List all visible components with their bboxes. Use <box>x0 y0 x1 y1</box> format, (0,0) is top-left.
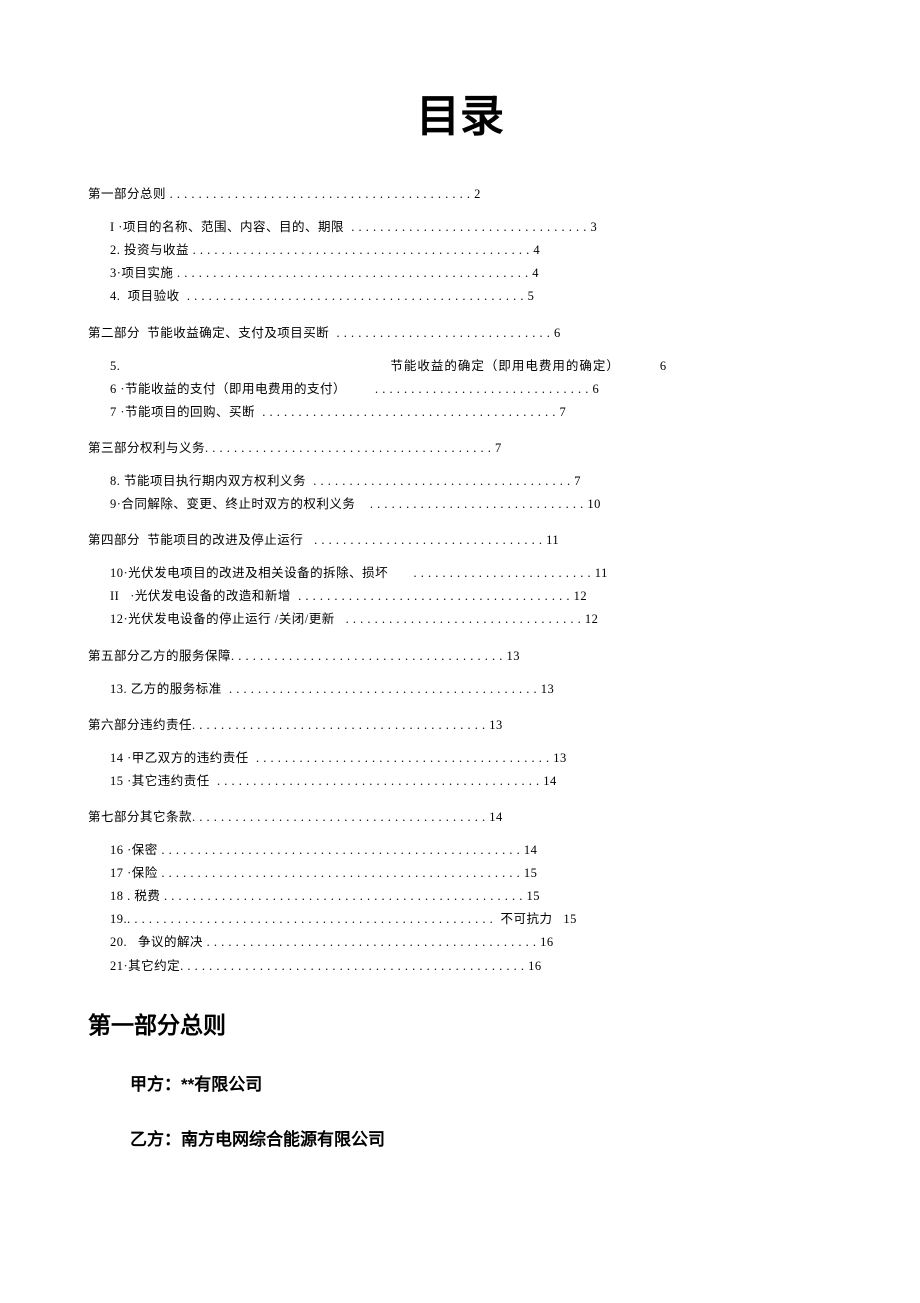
toc-section-7: 第七部分其它条款. . . . . . . . . . . . . . . . … <box>88 807 832 827</box>
toc-item-9: 9·合同解除、变更、终止时双方的权利义务 . . . . . . . . . .… <box>88 493 832 516</box>
toc-item-1: I ·项目的名称、范围、内容、目的、期限 . . . . . . . . . .… <box>88 216 832 239</box>
toc-item-5-label: 节能收益的确定（即用电费用的确定） <box>390 359 620 373</box>
toc-item-20: 20. 争议的解决 . . . . . . . . . . . . . . . … <box>88 931 832 954</box>
toc-section-2: 第二部分 节能收益确定、支付及项目买断 . . . . . . . . . . … <box>88 323 832 343</box>
toc-item-3: 3·项目实施 . . . . . . . . . . . . . . . . .… <box>88 262 832 285</box>
toc-item-8: 8. 节能项目执行期内双方权利义务 . . . . . . . . . . . … <box>88 470 832 493</box>
toc-item-6: 6 ·节能收益的支付（即用电费用的支付） . . . . . . . . . .… <box>88 378 832 401</box>
toc-title: 目录 <box>88 80 832 144</box>
section-heading-1: 第一部分总则 <box>88 1006 832 1040</box>
toc-item-11: II ·光伏发电设备的改造和新增 . . . . . . . . . . . .… <box>88 585 832 608</box>
toc-item-5: 5. 节能收益的确定（即用电费用的确定） 6 <box>88 355 832 378</box>
toc-section-3: 第三部分权利与义务. . . . . . . . . . . . . . . .… <box>88 438 832 458</box>
toc-section-6: 第六部分违约责任. . . . . . . . . . . . . . . . … <box>88 715 832 735</box>
toc-item-5-page: 6 <box>660 359 667 373</box>
party-a-line: 甲方：**有限公司 <box>88 1070 832 1095</box>
toc-item-16: 16 ·保密 . . . . . . . . . . . . . . . . .… <box>88 839 832 862</box>
toc-item-5-num: 5. <box>110 359 120 373</box>
toc-section-1: 第一部分总则 . . . . . . . . . . . . . . . . .… <box>88 184 832 204</box>
party-b-line: 乙方：南方电网综合能源有限公司 <box>88 1125 832 1150</box>
toc-item-18: 18 . 税费 . . . . . . . . . . . . . . . . … <box>88 885 832 908</box>
toc-item-17: 17 ·保险 . . . . . . . . . . . . . . . . .… <box>88 862 832 885</box>
toc-item-7: 7 ·节能项目的回购、买断 . . . . . . . . . . . . . … <box>88 401 832 424</box>
toc-item-19: 19.. . . . . . . . . . . . . . . . . . .… <box>88 908 832 931</box>
document-page: 目录 第一部分总则 . . . . . . . . . . . . . . . … <box>0 0 920 1210</box>
toc-item-14: 14 ·甲乙双方的违约责任 . . . . . . . . . . . . . … <box>88 747 832 770</box>
toc-item-4: 4. 项目验收 . . . . . . . . . . . . . . . . … <box>88 285 832 308</box>
toc-item-15: 15 ·其它违约责任 . . . . . . . . . . . . . . .… <box>88 770 832 793</box>
toc-item-12: 12·光伏发电设备的停止运行 /关闭/更新 . . . . . . . . . … <box>88 608 832 631</box>
toc-section-4: 第四部分 节能项目的改进及停止运行 . . . . . . . . . . . … <box>88 530 832 550</box>
toc-item-21: 21·其它约定. . . . . . . . . . . . . . . . .… <box>88 955 832 978</box>
toc-section-5: 第五部分乙方的服务保障. . . . . . . . . . . . . . .… <box>88 646 832 666</box>
toc-item-10: 10·光伏发电项目的改进及相关设备的拆除、损坏 . . . . . . . . … <box>88 562 832 585</box>
toc-item-2: 2. 投资与收益 . . . . . . . . . . . . . . . .… <box>88 239 832 262</box>
toc-item-13: 13. 乙方的服务标准 . . . . . . . . . . . . . . … <box>88 678 832 701</box>
